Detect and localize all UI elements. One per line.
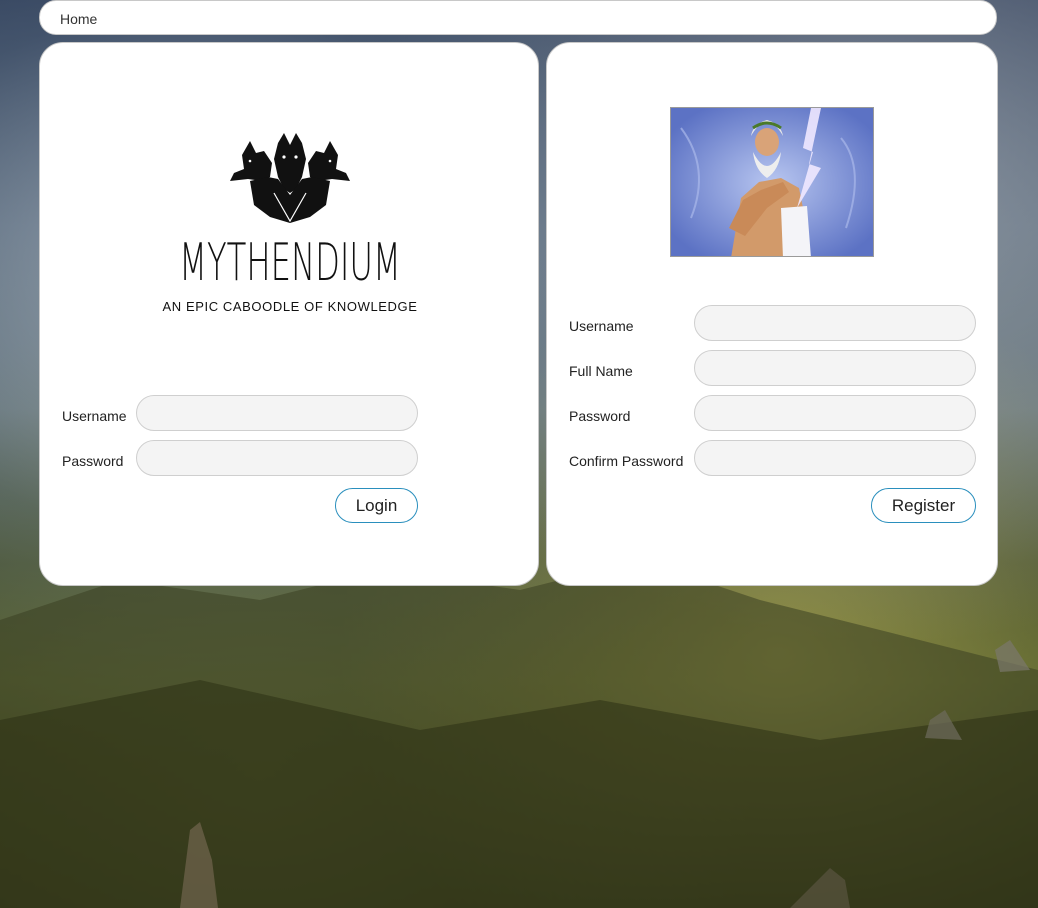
register-fullname-label: Full Name	[569, 363, 633, 379]
login-username-input[interactable]	[136, 395, 418, 431]
login-button[interactable]: Login	[335, 488, 418, 523]
register-confirm-password-input[interactable]	[694, 440, 976, 476]
register-password-label: Password	[569, 408, 631, 424]
nav-home-link[interactable]: Home	[60, 11, 97, 27]
register-fullname-input[interactable]	[694, 350, 976, 386]
brand-logo	[40, 133, 540, 230]
cerberus-logo-icon	[230, 133, 350, 223]
login-username-label: Username	[62, 408, 127, 424]
top-navbar: Home	[39, 0, 997, 35]
register-button[interactable]: Register	[871, 488, 976, 523]
login-panel: MYTHENDIUM AN EPIC CABOODLE OF KNOWLEDGE…	[39, 42, 539, 586]
brand-tagline: AN EPIC CABOODLE OF KNOWLEDGE	[162, 299, 418, 314]
zeus-portrait	[670, 107, 874, 257]
register-username-label: Username	[569, 318, 634, 334]
register-confirm-password-label: Confirm Password	[569, 453, 684, 469]
register-password-input[interactable]	[694, 395, 976, 431]
brand-title: MYTHENDIUM	[179, 233, 401, 293]
login-password-input[interactable]	[136, 440, 418, 476]
login-password-label: Password	[62, 453, 124, 469]
background-mountains	[0, 560, 1038, 908]
register-panel: Username Full Name Password Confirm Pass…	[546, 42, 998, 586]
register-username-input[interactable]	[694, 305, 976, 341]
